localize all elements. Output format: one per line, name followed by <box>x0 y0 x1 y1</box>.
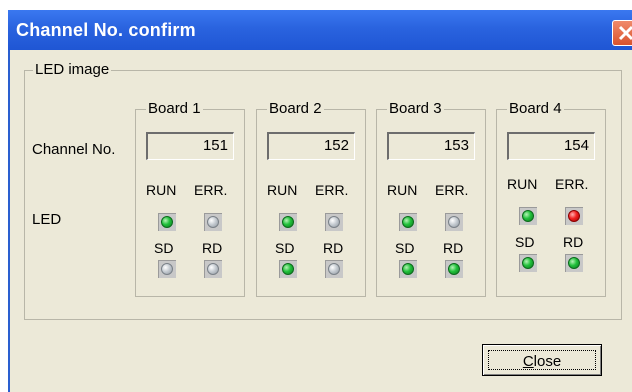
run-led-indicator <box>402 216 414 228</box>
close-window-button[interactable] <box>612 20 632 46</box>
board-2-label: Board 2 <box>267 100 324 117</box>
sd-label: SD <box>515 234 535 250</box>
rd-led-indicator <box>328 263 340 275</box>
err-led <box>204 213 222 231</box>
err-label: ERR. <box>555 176 589 192</box>
close-mnemonic: C <box>522 353 534 370</box>
err-led-indicator <box>568 210 580 222</box>
rd-label: RD <box>443 240 464 256</box>
sd-label: SD <box>395 240 415 256</box>
sd-led-indicator <box>282 263 294 275</box>
rd-led <box>445 260 463 278</box>
rd-led <box>565 254 583 272</box>
close-rest: lose <box>533 353 562 370</box>
rd-label: RD <box>563 234 584 250</box>
board-2-group: Board 2 152 RUN ERR. SD RD <box>256 101 366 297</box>
run-label: RUN <box>267 182 298 198</box>
dialog-title: Channel No. confirm <box>16 20 196 40</box>
rd-led <box>325 260 343 278</box>
run-led <box>158 213 176 231</box>
channel-number-field: 152 <box>267 132 355 160</box>
sd-led-indicator <box>402 263 414 275</box>
led-label: LED <box>32 211 62 228</box>
sd-label: SD <box>275 240 295 256</box>
sd-led <box>399 260 417 278</box>
err-led-indicator <box>448 216 460 228</box>
rd-label: RD <box>323 240 344 256</box>
err-led <box>445 213 463 231</box>
err-led-indicator <box>328 216 340 228</box>
run-led <box>399 213 417 231</box>
board-4-label: Board 4 <box>507 100 564 117</box>
rd-label: RD <box>202 240 223 256</box>
close-icon <box>618 25 632 41</box>
run-label: RUN <box>507 176 538 192</box>
close-button[interactable]: Close <box>482 344 602 376</box>
rd-led-indicator <box>568 257 580 269</box>
sd-led-indicator <box>522 257 534 269</box>
run-led-indicator <box>161 216 173 228</box>
err-led <box>325 213 343 231</box>
run-led <box>519 207 537 225</box>
sd-led-indicator <box>161 263 173 275</box>
board-3-label: Board 3 <box>387 100 444 117</box>
channel-confirm-dialog: Channel No. confirm LED image Channel No… <box>8 10 632 392</box>
rd-led <box>204 260 222 278</box>
err-label: ERR. <box>194 182 228 198</box>
err-led-indicator <box>207 216 219 228</box>
channel-number-field: 151 <box>146 132 234 160</box>
sd-led <box>158 260 176 278</box>
err-label: ERR. <box>435 182 469 198</box>
board-1-group: Board 1 151 RUN ERR. SD RD <box>135 101 245 297</box>
run-led-indicator <box>282 216 294 228</box>
run-label: RUN <box>146 182 177 198</box>
channel-no-label: Channel No. <box>32 141 116 158</box>
rd-led-indicator <box>207 263 219 275</box>
title-bar[interactable]: Channel No. confirm <box>8 10 632 50</box>
board-1-label: Board 1 <box>146 100 203 117</box>
led-image-label: LED image <box>33 61 112 78</box>
sd-led <box>279 260 297 278</box>
err-label: ERR. <box>315 182 349 198</box>
run-label: RUN <box>387 182 418 198</box>
err-led <box>565 207 583 225</box>
channel-number-field: 153 <box>387 132 475 160</box>
channel-number-field: 154 <box>507 132 595 160</box>
sd-led <box>519 254 537 272</box>
run-led <box>279 213 297 231</box>
board-3-group: Board 3 153 RUN ERR. SD RD <box>376 101 486 297</box>
sd-label: SD <box>154 240 174 256</box>
close-button-label: Close <box>483 353 601 370</box>
rd-led-indicator <box>448 263 460 275</box>
board-4-group: Board 4 154 RUN ERR. SD RD <box>496 101 606 297</box>
run-led-indicator <box>522 210 534 222</box>
